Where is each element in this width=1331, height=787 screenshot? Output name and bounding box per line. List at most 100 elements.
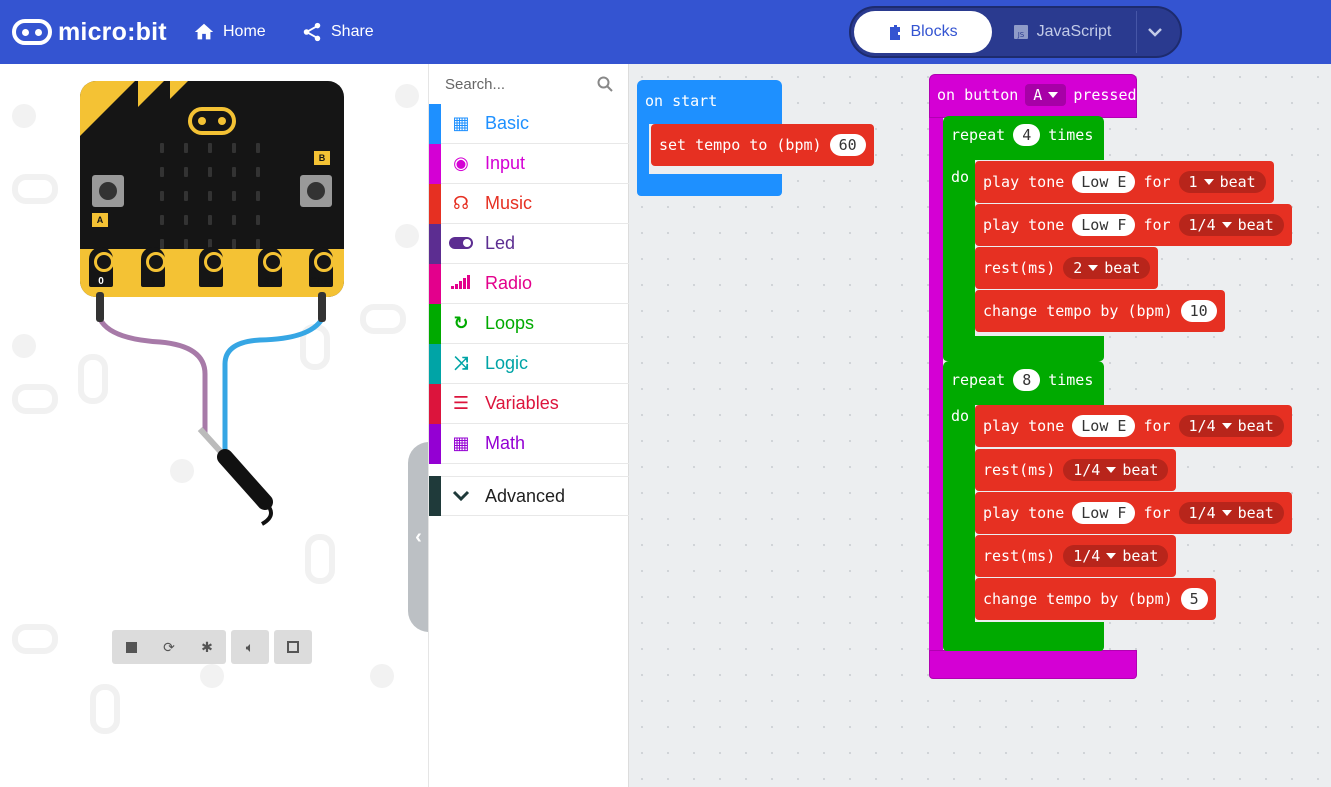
category-label: Variables [485,393,559,413]
block-label: play tone [983,417,1065,435]
category-color-bar [429,476,441,516]
category-logic[interactable]: ⤨ Logic [429,343,629,384]
fullscreen-button[interactable] [274,630,312,664]
note-input[interactable]: Low E [1072,415,1136,437]
category-label: Logic [485,353,529,373]
set-tempo-block[interactable]: set tempo to (bpm) 60 [651,124,874,166]
background-pattern [200,664,224,688]
rest-block[interactable]: rest(ms) 1/4 beat [975,535,1177,577]
note-input[interactable]: Low F [1072,502,1136,524]
repeat-count-input[interactable]: 4 [1013,124,1041,146]
beat-value: 1/4 [1188,216,1216,234]
category-color-bar [429,223,441,264]
repeat-count-input[interactable]: 8 [1013,369,1041,391]
category-loops[interactable]: ↻ Loops [429,303,629,344]
stop-button[interactable] [112,630,150,664]
beat-dropdown[interactable]: 1/4 beat [1178,502,1284,524]
microbit-logo[interactable]: micro:bit [12,14,167,50]
category-basic[interactable]: ▦ Basic [429,103,629,144]
category-label: Music [485,193,533,213]
change-tempo-block[interactable]: change tempo by (bpm) 10 [975,290,1225,332]
for-label: for [1143,173,1171,191]
share-label: Share [331,23,374,40]
category-radio[interactable]: Radio [429,263,629,304]
blocks-mode-button[interactable]: Blocks [854,11,992,53]
beat-unit: beat [1104,259,1141,277]
play-tone-block[interactable]: play tone Low E for 1 beat [975,161,1274,203]
category-label: Radio [485,273,533,293]
share-button[interactable]: Share [301,18,374,46]
beat-unit: beat [1237,417,1274,435]
share-icon [303,22,321,42]
event-footer [929,650,1137,679]
button-selector-dropdown[interactable]: A [1025,84,1067,106]
collapse-simulator-button[interactable]: ‹ [408,442,428,632]
category-variables[interactable]: ☰ Variables [429,383,629,424]
change-tempo-block[interactable]: change tempo by (bpm) 5 [975,578,1216,620]
category-led[interactable]: Led [429,223,629,264]
restart-button[interactable]: ⟳ [150,630,188,664]
category-label: Advanced [485,485,566,506]
caret-down-icon [1203,179,1214,185]
toolbox-search[interactable]: Search... [429,64,629,104]
home-button[interactable]: Home [193,18,266,46]
beat-dropdown[interactable]: 1/4 beat [1063,459,1169,481]
note-input[interactable]: Low F [1072,214,1136,236]
rest-block[interactable]: rest(ms) 1/4 beat [975,449,1177,491]
refresh-icon: ↻ [453,313,469,333]
rest-block[interactable]: rest(ms) 2 beat [975,247,1159,289]
blocks-workspace[interactable]: on start set tempo to (bpm) 60 on button… [629,64,1331,787]
chevron-down-icon [1147,28,1162,37]
caret-down-icon [1221,423,1232,429]
beat-dropdown[interactable]: 1 beat [1178,171,1266,193]
category-music[interactable]: ☊ Music [429,183,629,224]
editor-mode-toggle: Blocks JS JavaScript [849,6,1182,58]
block-label: change tempo by (bpm) [983,302,1173,320]
play-tone-block[interactable]: play tone Low F for 1/4 beat [975,204,1292,246]
beat-dropdown[interactable]: 1/4 beat [1063,545,1169,567]
category-label: Loops [485,313,535,333]
repeat-label: repeat [951,126,1006,144]
play-tone-block[interactable]: play tone Low E for 1/4 beat [975,405,1292,447]
beat-dropdown[interactable]: 2 beat [1063,257,1151,279]
home-icon [194,23,214,40]
beat-value: 1/4 [1073,461,1101,479]
speaker-icon: 🔈︎ [245,638,255,655]
category-color-bar [429,383,441,424]
category-math[interactable]: ▦ Math [429,423,629,464]
category-advanced[interactable]: Advanced [429,476,629,516]
block-label: change tempo by (bpm) [983,590,1173,608]
mode-dropdown-button[interactable] [1136,11,1172,53]
category-label: Math [485,433,526,453]
tempo-change-input[interactable]: 5 [1180,588,1208,610]
js-file-icon: JS [1013,25,1028,39]
play-tone-block[interactable]: play tone Low F for 1/4 beat [975,492,1292,534]
block-label: play tone [983,216,1065,234]
javascript-mode-button[interactable]: JS JavaScript [997,11,1127,53]
beat-unit: beat [1122,461,1159,479]
restart-icon: ⟳ [163,638,175,655]
category-label: Basic [485,113,530,133]
beat-dropdown[interactable]: 1/4 beat [1178,214,1284,236]
list-icon: ☰ [452,393,470,413]
microbit-logo-icon [12,19,52,45]
category-color-bar [429,303,441,344]
repeat-footer [943,622,1104,651]
tempo-change-input[interactable]: 10 [1180,300,1217,322]
category-input[interactable]: ◉ Input [429,143,629,184]
beat-value: 1/4 [1188,417,1216,435]
mute-button[interactable]: 🔈︎ [231,630,269,664]
tempo-value-input[interactable]: 60 [829,134,866,156]
category-label: Led [485,233,516,253]
beat-unit: beat [1122,547,1159,565]
background-pattern [90,684,120,734]
note-input[interactable]: Low E [1072,171,1136,193]
svg-text:JS: JS [1016,31,1024,39]
debug-button[interactable]: ✱ [188,630,226,664]
for-label: for [1143,216,1171,234]
search-input[interactable]: Search... [445,76,505,93]
beat-dropdown[interactable]: 1/4 beat [1178,415,1284,437]
repeat-label: repeat [951,371,1006,389]
caret-down-icon [1088,265,1099,271]
stop-icon [125,641,137,653]
